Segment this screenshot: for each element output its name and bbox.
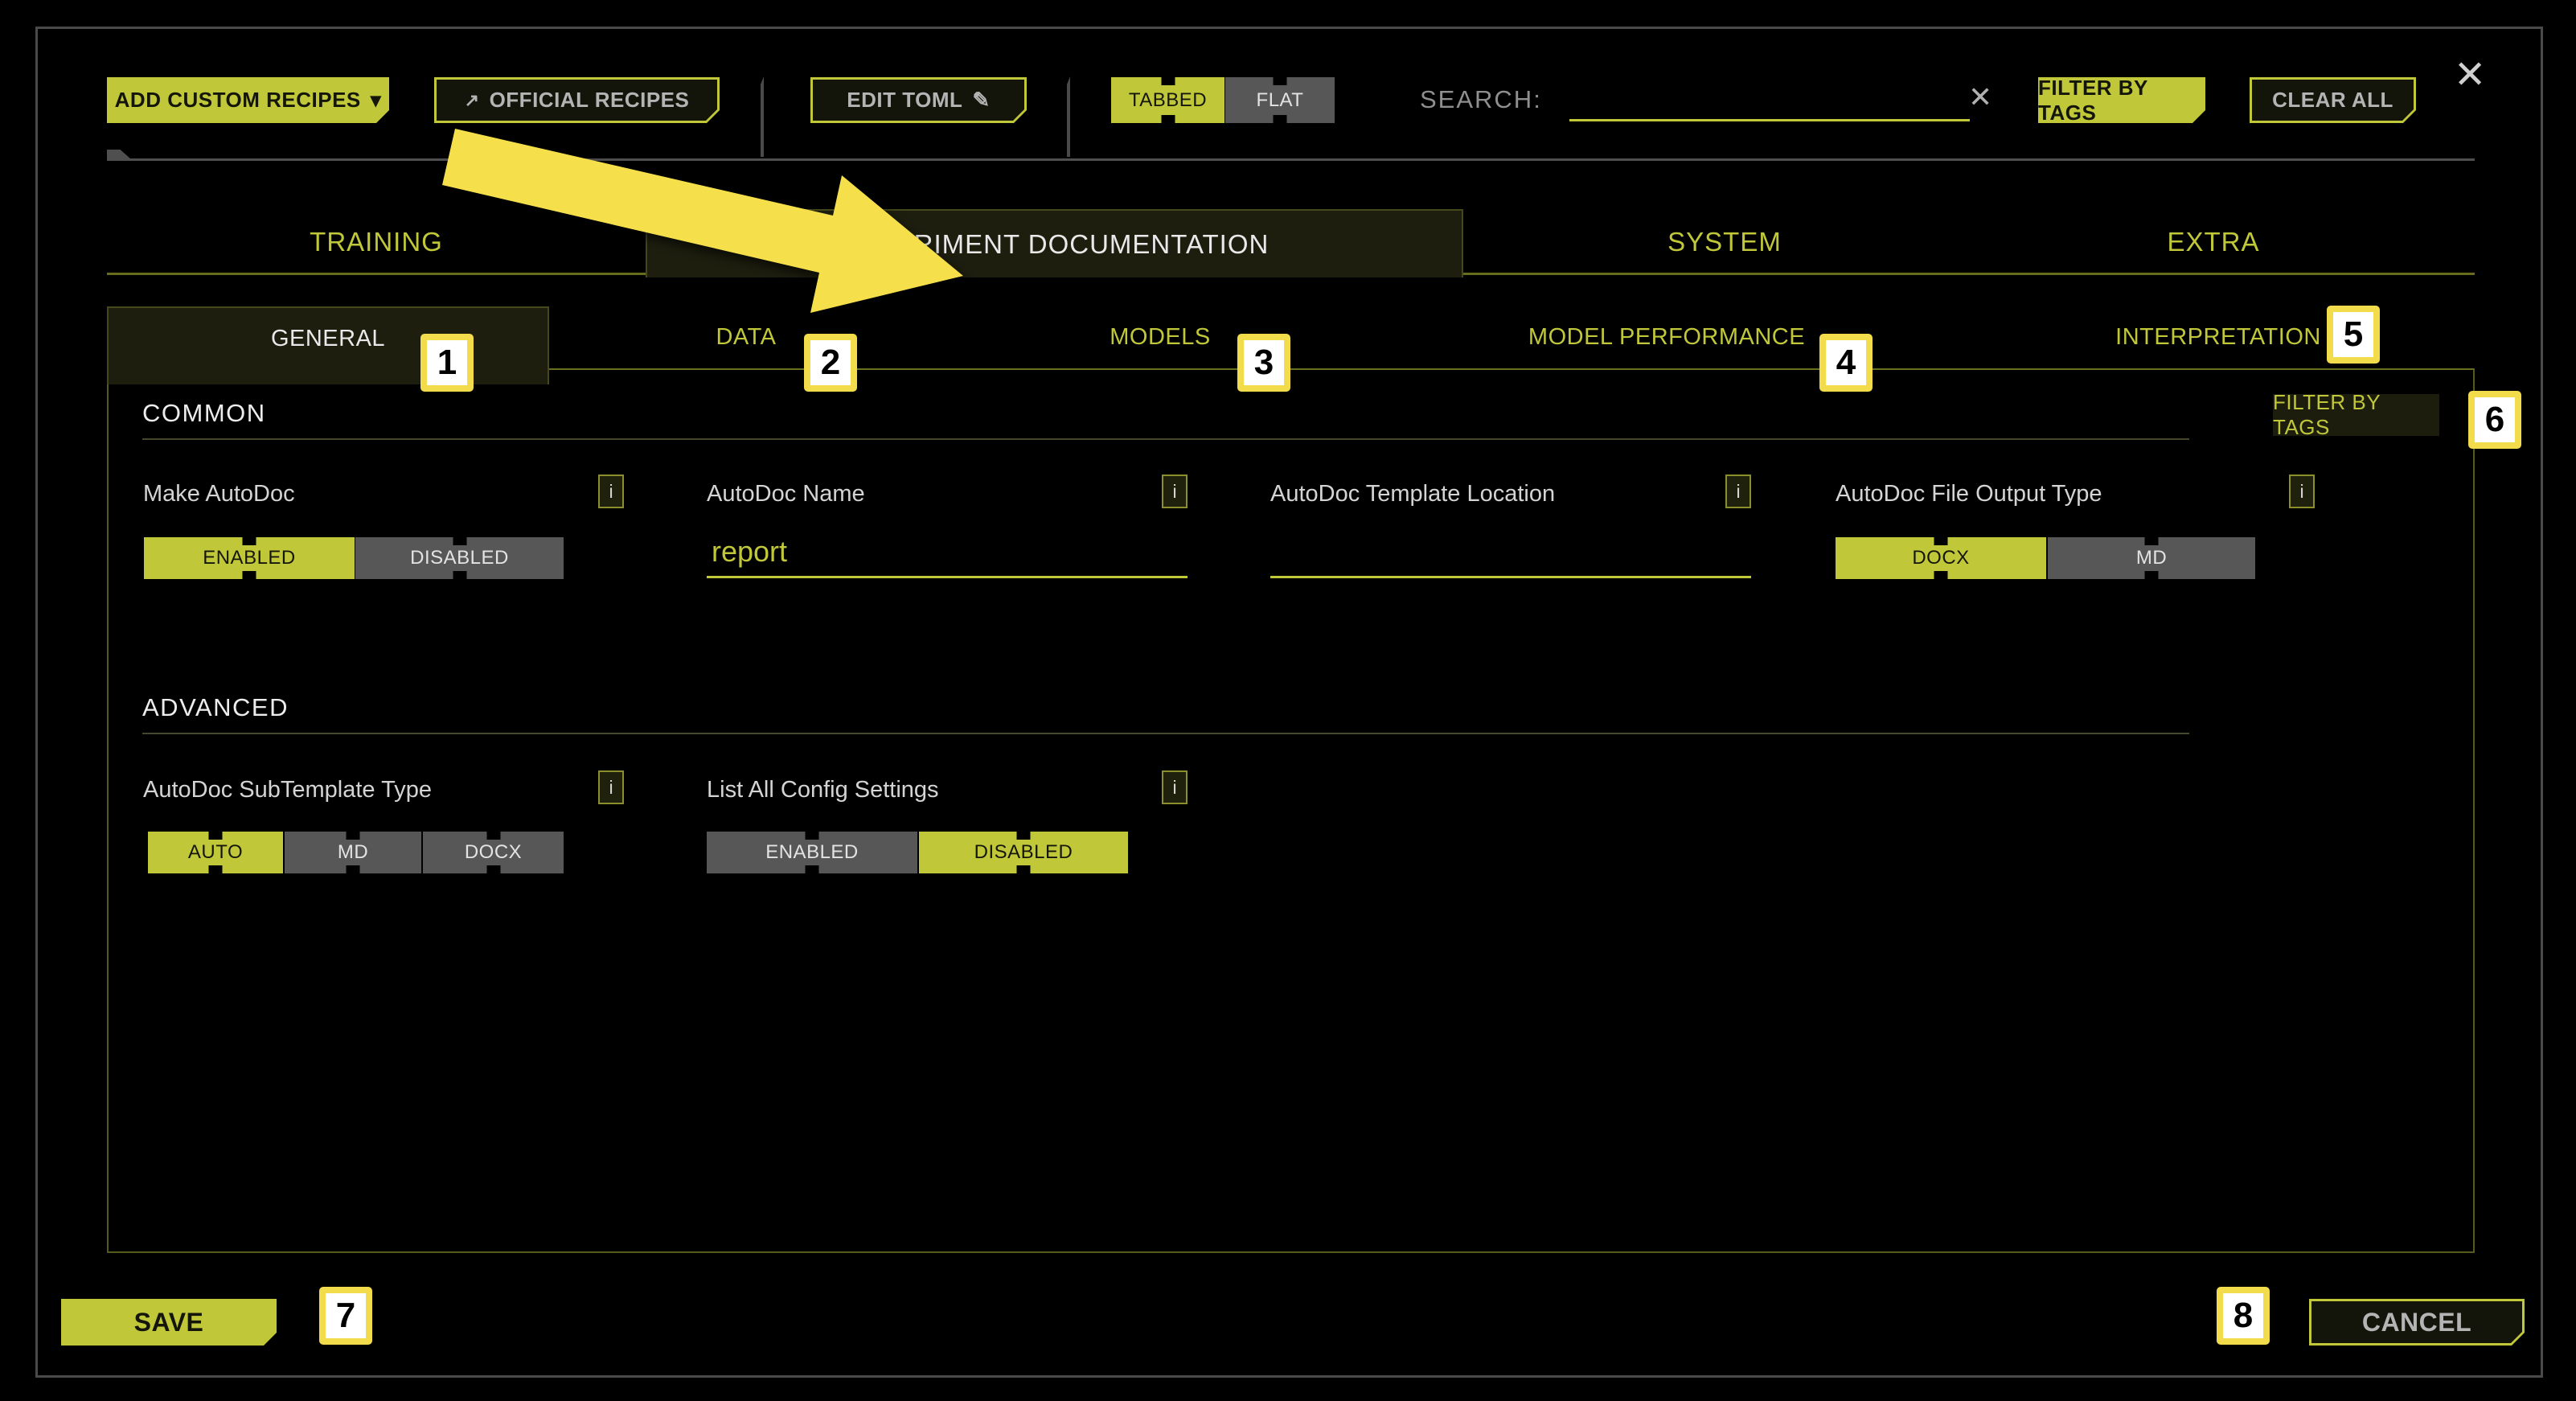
subtemplate-docx-label: DOCX [465,841,522,864]
caret-down-icon: ▾ [371,88,382,113]
autodoc-name-input[interactable] [707,528,1188,578]
field-label-list-all-config-settings: List All Config Settings [707,777,939,803]
make-autodoc-disabled[interactable]: DISABLED [355,537,564,579]
filter-by-tags-label: FILTER BY TAGS [2038,76,2205,125]
view-toggle-flat-label: FLAT [1257,89,1304,112]
subtab-general-label: GENERAL [271,326,385,352]
subtab-general[interactable]: GENERAL [107,306,549,384]
toolbar-divider [1067,76,1070,157]
official-recipes-label: OFFICIAL RECIPES [490,88,690,113]
view-toggle-flat[interactable]: FLAT [1225,77,1335,123]
content-filter-by-tags-label: FILTER BY TAGS [2273,390,2439,440]
make-autodoc-disabled-label: DISABLED [410,547,509,569]
tab-training[interactable]: TRAINING [107,211,646,273]
subtab-model-performance-label: MODEL PERFORMANCE [1528,324,1805,351]
add-custom-recipes-button[interactable]: ADD CUSTOM RECIPES ▾ [107,77,389,123]
subtab-models-label: MODELS [1110,324,1210,351]
tab-extra-label: EXTRA [2167,227,2259,257]
info-icon[interactable]: i [598,770,624,804]
cancel-button[interactable]: CANCEL [2309,1299,2525,1346]
tab-experiment-documentation-label: EXPERIMENT DOCUMENTATION [840,229,1270,260]
toolbar-divider [761,76,764,157]
subtab-interpretation-label: INTERPRETATION [2115,324,2321,351]
annotation-badge-6: 6 [2468,391,2521,449]
tab-experiment-documentation[interactable]: EXPERIMENT DOCUMENTATION [646,209,1463,277]
field-label-make-autodoc: Make AutoDoc [143,481,295,507]
subtab-data[interactable]: DATA [549,306,943,368]
toolbar-rule [107,158,2475,161]
annotation-badge-3: 3 [1237,334,1290,392]
tab-system[interactable]: SYSTEM [1463,211,1986,273]
section-rule [142,438,2189,440]
view-toggle-tabbed[interactable]: TABBED [1111,77,1224,123]
save-button[interactable]: SAVE [61,1299,277,1346]
list-all-config-disabled-label: DISABLED [974,841,1073,864]
info-icon[interactable]: i [1725,475,1751,508]
subtemplate-docx[interactable]: DOCX [423,832,564,873]
autodoc-template-location-input[interactable] [1270,528,1751,578]
external-arrow-icon: ↗ [465,90,480,111]
edit-toml-label: EDIT TOML [847,88,962,113]
info-icon[interactable]: i [1162,475,1188,508]
file-output-docx[interactable]: DOCX [1836,537,2046,579]
file-output-md[interactable]: MD [2048,537,2255,579]
tab-training-label: TRAINING [310,227,443,257]
subtab-models[interactable]: MODELS [943,306,1377,368]
make-autodoc-enabled[interactable]: ENABLED [144,537,355,579]
content-filter-by-tags-button[interactable]: FILTER BY TAGS [2273,394,2439,436]
file-output-docx-label: DOCX [1912,547,1969,569]
section-rule [142,733,2189,734]
subtemplate-auto-label: AUTO [188,841,243,864]
section-title-common: COMMON [142,399,266,428]
tab-system-label: SYSTEM [1667,227,1782,257]
info-icon[interactable]: i [2289,475,2315,508]
field-label-autodoc-file-output-type: AutoDoc File Output Type [1836,481,2102,507]
info-icon[interactable]: i [598,475,624,508]
file-output-md-label: MD [2136,547,2167,569]
subtemplate-md[interactable]: MD [285,832,421,873]
pencil-icon: ✎ [972,88,990,113]
clear-all-label: CLEAR ALL [2272,88,2393,113]
annotation-badge-4: 4 [1819,334,1873,392]
tab-extra[interactable]: EXTRA [1986,211,2441,273]
info-icon[interactable]: i [1162,770,1188,804]
settings-screen: ADD CUSTOM RECIPES ▾ ↗ OFFICIAL RECIPES … [0,0,2576,1401]
section-title-advanced: ADVANCED [142,693,289,722]
save-button-label: SAVE [134,1308,204,1337]
close-icon[interactable]: ✕ [2454,56,2486,95]
subtemplate-md-label: MD [338,841,368,864]
subtemplate-auto[interactable]: AUTO [148,832,283,873]
make-autodoc-enabled-label: ENABLED [203,547,296,569]
add-custom-recipes-label: ADD CUSTOM RECIPES [115,88,361,113]
list-all-config-disabled[interactable]: DISABLED [919,832,1128,873]
clear-all-button[interactable]: CLEAR ALL [2250,77,2416,123]
edit-toml-button[interactable]: EDIT TOML ✎ [810,77,1027,123]
official-recipes-button[interactable]: ↗ OFFICIAL RECIPES [434,77,720,123]
field-label-autodoc-name: AutoDoc Name [707,481,865,507]
cancel-button-label: CANCEL [2362,1308,2471,1337]
list-all-config-enabled-label: ENABLED [765,841,859,864]
search-label: SEARCH: [1420,85,1542,114]
annotation-badge-8: 8 [2217,1287,2270,1345]
field-label-autodoc-template-location: AutoDoc Template Location [1270,481,1555,507]
filter-by-tags-button[interactable]: FILTER BY TAGS [2038,77,2205,123]
annotation-badge-1: 1 [420,334,474,392]
annotation-badge-7: 7 [319,1287,372,1345]
annotation-badge-2: 2 [804,334,857,392]
search-clear-icon[interactable]: ✕ [1968,80,1992,114]
subtab-data-label: DATA [716,324,776,351]
annotation-badge-5: 5 [2327,306,2380,364]
view-toggle-tabbed-label: TABBED [1129,89,1207,112]
list-all-config-enabled[interactable]: ENABLED [707,832,917,873]
search-input[interactable] [1569,80,1970,121]
field-label-autodoc-subtemplate-type: AutoDoc SubTemplate Type [143,777,432,803]
subtab-interpretation[interactable]: INTERPRETATION [1956,306,2480,368]
